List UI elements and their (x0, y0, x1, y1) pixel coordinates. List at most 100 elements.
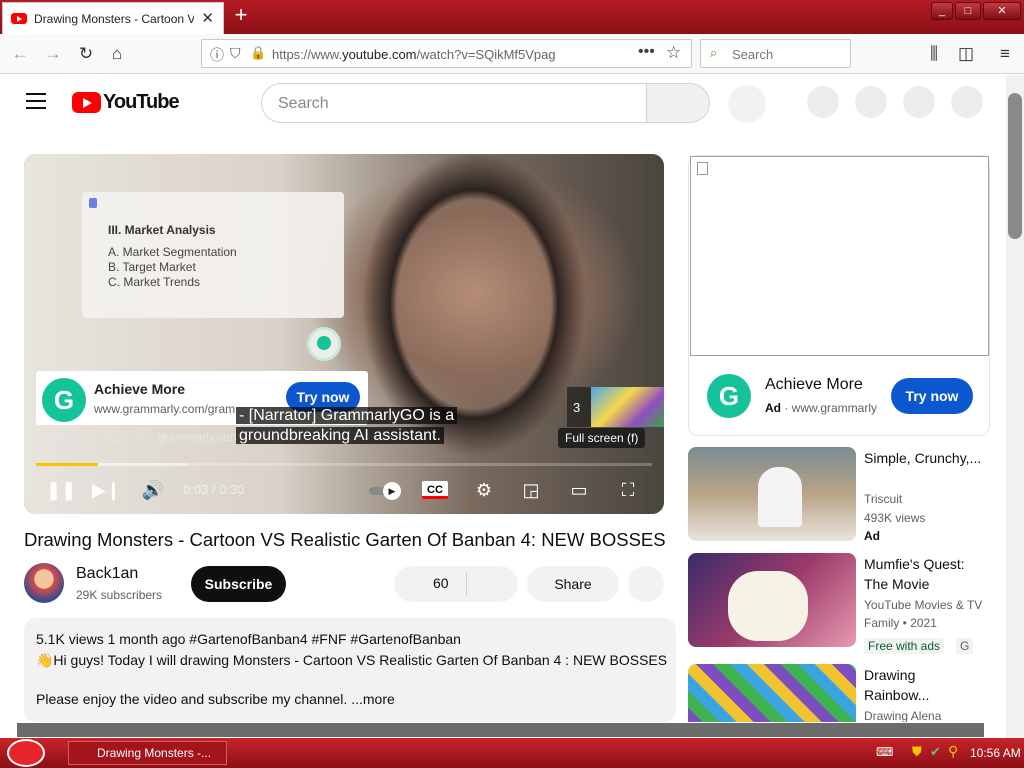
ad-counter: Ad 2 of 2 · 0:27 ⓘ (46, 432, 144, 446)
video-player[interactable]: III. Market Analysis A. Market Segmentat… (24, 154, 664, 514)
subscribe-button[interactable]: Subscribe (191, 566, 286, 602)
video-title-link[interactable]: Simple, Crunchy,... (864, 448, 984, 468)
ad-progress-fill (36, 463, 98, 466)
description-meta: 5.1K views 1 month ago #GartenofBanban4 … (36, 631, 461, 647)
url-text[interactable]: https://www.youtube.com/watch?v=SQikMf5V… (272, 47, 556, 62)
notifications-icon[interactable] (903, 86, 935, 118)
sidebar-ad[interactable]: G Achieve More Ad · www.grammarly Try no… (688, 155, 990, 436)
slide-item: A. Market Segmentation (108, 245, 237, 259)
url-bar[interactable]: ⓘ ⛉ 🔒 https://www.youtube.com/watch?v=SQ… (201, 39, 692, 68)
horizontal-scrollbar[interactable] (17, 723, 984, 737)
description-box[interactable]: 5.1K views 1 month ago #GartenofBanban4 … (24, 618, 676, 722)
more-actions-button[interactable] (628, 566, 664, 602)
browser-search-box[interactable]: ⌕ Search (700, 39, 851, 68)
sidebar-toggle-icon[interactable]: ◫ (954, 42, 978, 66)
channel-avatar[interactable] (24, 563, 64, 603)
search-button[interactable] (646, 83, 710, 123)
video-frame-subject (324, 154, 624, 514)
home-icon[interactable]: ⌂ (105, 42, 129, 66)
skip-ad-preview[interactable]: 3 (567, 387, 664, 427)
channel-name[interactable]: Back1an (76, 565, 138, 583)
grammarly-logo-icon: G (707, 374, 751, 418)
recommended-video[interactable]: Drawing Rainbow... Drawing Alena (688, 664, 1008, 722)
video-thumbnail[interactable] (688, 553, 856, 647)
search-input[interactable]: Search (261, 83, 647, 123)
ad-url[interactable]: www.grammarly.com/gram (94, 402, 235, 416)
more-link[interactable]: ...more (351, 691, 395, 707)
dislike-button[interactable] (468, 566, 518, 602)
minimize-button[interactable]: _ (931, 2, 953, 20)
reload-icon[interactable]: ↻ (74, 42, 98, 66)
pause-icon[interactable]: ❚❚ (46, 477, 76, 503)
youtube-logo-text[interactable]: YouTube (103, 91, 180, 114)
youtube-logo-icon[interactable] (72, 92, 101, 113)
video-thumbnail[interactable] (688, 664, 856, 722)
sidebar-ad-meta: Ad · www.grammarly (765, 401, 878, 415)
miniplayer-icon[interactable]: ◲ (517, 477, 545, 503)
rating-badge: G (956, 638, 974, 654)
video-title-link[interactable]: Mumfie's Quest: The Movie (864, 554, 984, 594)
autoplay-toggle[interactable]: ▶ (369, 477, 403, 503)
video-slide-overlay: III. Market Analysis A. Market Segmentat… (82, 192, 344, 318)
recommended-video[interactable]: Mumfie's Quest: The Movie YouTube Movies… (688, 553, 1008, 654)
tracking-protection-icon[interactable]: ⛉ (230, 45, 241, 62)
close-window-button[interactable]: ✕ (983, 2, 1021, 20)
skip-countdown: 3 (573, 400, 581, 415)
close-tab-icon[interactable]: ✕ (201, 9, 214, 27)
avatar[interactable] (951, 86, 983, 118)
divider (466, 572, 467, 596)
scrollbar-thumb[interactable] (1008, 93, 1022, 239)
grammarly-bulb-icon (307, 327, 341, 361)
channel-name[interactable]: Drawing Alena (864, 709, 941, 722)
next-icon[interactable]: ▶❙ (92, 477, 121, 503)
sidebar-ad-title[interactable]: Achieve More (765, 376, 863, 394)
theater-mode-icon[interactable]: ▭ (565, 477, 593, 503)
ad-info-icon[interactable]: ⓘ (131, 432, 143, 446)
settings-gear-icon[interactable]: ⚙ (470, 477, 498, 503)
vertical-scrollbar[interactable] (1006, 75, 1024, 739)
channel-name[interactable]: YouTube Movies & TV (864, 598, 982, 612)
share-button[interactable]: Share (527, 566, 619, 602)
video-thumbnail[interactable] (688, 447, 856, 541)
time-display: 0:03 / 0:30 (183, 482, 245, 497)
lock-icon[interactable]: 🔒 (250, 45, 266, 61)
search-tray-icon[interactable]: ⚲ (948, 743, 958, 760)
maximize-button[interactable]: □ (955, 2, 981, 20)
shield-tray-icon[interactable]: ⛊ (912, 744, 922, 760)
sidebar-try-now-button[interactable]: Try now (891, 378, 973, 414)
volume-icon[interactable]: 🔊 (139, 477, 167, 503)
taskbar-item[interactable]: Drawing Monsters -... (68, 741, 227, 765)
new-tab-button[interactable]: + (229, 4, 253, 28)
next-video-thumbnail (591, 387, 664, 427)
channel-name[interactable]: Triscuit (864, 492, 902, 506)
subtitles-cc-button[interactable]: CC (422, 481, 448, 499)
create-icon[interactable] (807, 86, 839, 118)
ad-domain[interactable]: grammarly.com (158, 430, 240, 444)
ad-title[interactable]: Achieve More (94, 381, 185, 397)
keyboard-tray-icon[interactable]: ⌨ (876, 745, 893, 759)
voice-search-icon[interactable] (728, 85, 766, 123)
fullscreen-tooltip: Full screen (f) (558, 428, 646, 448)
back-icon[interactable]: ← (8, 42, 32, 66)
start-button[interactable] (7, 739, 45, 767)
caption-line: groundbreaking AI assistant. (236, 427, 444, 444)
recommended-video[interactable]: Simple, Crunchy,... Triscuit 493K views … (688, 447, 1008, 543)
navigation-toolbar: ← → ↻ ⌂ ⓘ ⛉ 🔒 https://www.youtube.com/wa… (0, 34, 1024, 74)
forward-icon[interactable]: → (41, 42, 65, 66)
info-icon[interactable]: ⓘ (210, 45, 224, 65)
library-icon[interactable]: ⫼ (922, 42, 946, 66)
hamburger-menu-icon[interactable] (26, 93, 46, 109)
bookmark-star-icon[interactable]: ☆ (666, 43, 681, 63)
page-actions-icon[interactable]: ••• (638, 43, 655, 61)
ad-image-placeholder (690, 156, 989, 356)
video-title-link[interactable]: Drawing Rainbow... (864, 665, 984, 705)
browser-tab[interactable]: Drawing Monsters - Cartoon VS Realistic … (2, 2, 224, 34)
like-button[interactable]: 60 (433, 575, 449, 591)
apps-icon[interactable] (855, 86, 887, 118)
video-title: Drawing Monsters - Cartoon VS Realistic … (24, 529, 666, 550)
progress-bar[interactable] (36, 463, 652, 466)
menu-icon[interactable]: ≡ (993, 42, 1017, 66)
network-tray-icon[interactable]: ✔ (930, 744, 941, 760)
browser-search-placeholder: Search (732, 47, 774, 62)
fullscreen-icon[interactable]: ⛶ (614, 477, 642, 503)
